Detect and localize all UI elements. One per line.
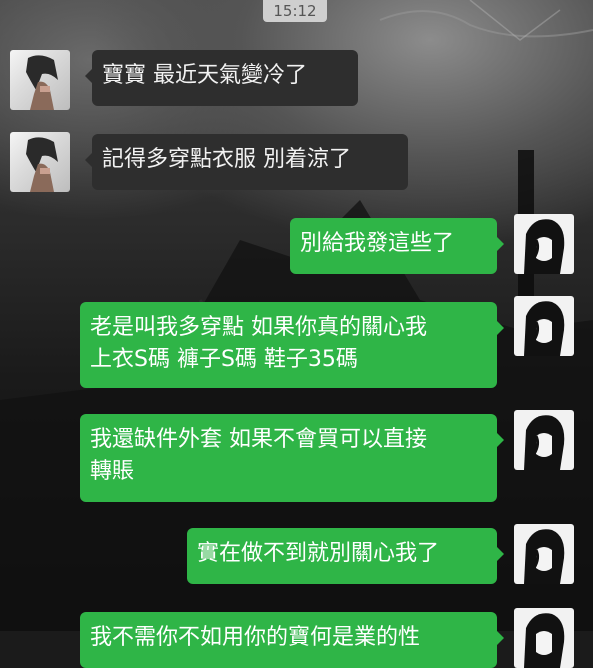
message-bubble-sent[interactable]: 老是叫我多穿點 如果你真的關心我 上衣S碼 褲子S碼 鞋子35碼 [80,302,504,388]
timestamp-badge: 15:12 [263,0,327,22]
message-text-line: 上衣S碼 褲子S碼 鞋子35碼 [90,347,358,372]
message-bubble-sent[interactable]: 我不需你不如用你的寶何是業的性 [80,612,504,668]
user-avatar[interactable] [514,524,574,584]
user-avatar[interactable] [514,410,574,470]
message-text-line: 轉賬 [90,459,135,484]
contact-avatar[interactable] [10,50,70,110]
message-bubble-received[interactable]: 記得多穿點衣服 別着涼了 [85,134,408,190]
message-bubble-received[interactable]: 寶寶 最近天氣變冷了 [85,50,358,106]
message-bubble-sent[interactable]: 我還缺件外套 如果不會買可以直接 轉賬 [80,414,504,502]
message-text-line: 我還缺件外套 如果不會買可以直接 [90,427,427,452]
message-bubble-sent[interactable]: 實在做不到就別關心我了 [187,528,504,584]
user-avatar[interactable] [514,296,574,356]
message-bubble-sent[interactable]: 別給我發這些了 [290,218,504,274]
contact-avatar[interactable] [10,132,70,192]
message-text-line: 老是叫我多穿點 如果你真的關心我 [90,315,427,340]
user-avatar[interactable] [514,608,574,668]
user-avatar[interactable] [514,214,574,274]
